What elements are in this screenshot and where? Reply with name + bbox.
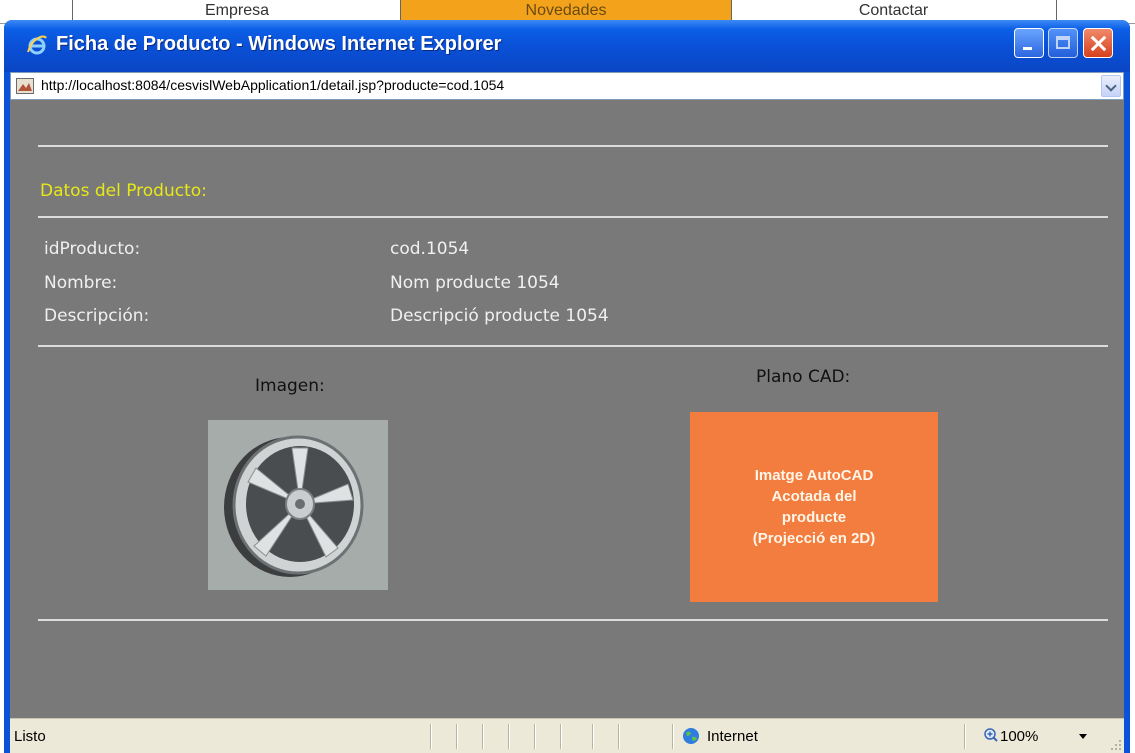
field-value-nombre: Nom producte 1054: [390, 273, 560, 293]
chevron-down-icon[interactable]: [1079, 734, 1087, 739]
popup-window: Ficha de Producto - Windows Internet Exp…: [4, 20, 1130, 753]
ie-logo-icon: [27, 35, 47, 55]
nav-tab-novedades[interactable]: Novedades: [400, 0, 732, 22]
status-separator: [672, 724, 674, 749]
divider: [38, 216, 1108, 218]
status-separator: [456, 724, 458, 749]
status-separator: [592, 724, 594, 749]
security-zone[interactable]: Internet: [707, 728, 758, 745]
cad-caption: Plano CAD:: [756, 367, 851, 387]
field-label-descripcion: Descripción:: [44, 306, 150, 326]
status-bar: Listo Internet 100%: [10, 718, 1124, 753]
status-separator: [508, 724, 510, 749]
title-bar[interactable]: Ficha de Producto - Windows Internet Exp…: [4, 20, 1130, 72]
field-label-id: idProducto:: [44, 239, 141, 259]
address-bar[interactable]: http://localhost:8084/cesvislWebApplicat…: [10, 72, 1124, 100]
address-dropdown-button[interactable]: [1101, 75, 1121, 97]
zoom-icon: [984, 728, 998, 742]
image-caption: Imagen:: [255, 376, 325, 396]
status-separator: [618, 724, 620, 749]
address-url[interactable]: http://localhost:8084/cesvislWebApplicat…: [41, 77, 504, 93]
globe-icon: [683, 728, 699, 744]
resize-grip-icon[interactable]: [1110, 739, 1122, 751]
field-value-id: cod.1054: [390, 239, 470, 259]
minimize-button[interactable]: [1014, 28, 1044, 58]
section-title: Datos del Producto:: [40, 181, 207, 201]
nav-tab-contactar[interactable]: Contactar: [731, 0, 1057, 22]
divider: [38, 145, 1108, 147]
cad-placeholder-text: Imatge AutoCAD Acotada del producte (Pro…: [752, 467, 876, 547]
field-label-nombre: Nombre:: [44, 273, 118, 293]
cad-placeholder: Imatge AutoCAD Acotada del producte (Pro…: [690, 412, 938, 602]
field-value-descripcion: Descripció producte 1054: [390, 306, 609, 326]
zoom-level[interactable]: 100%: [1000, 728, 1038, 745]
product-image: [208, 420, 388, 590]
page-icon: [16, 78, 34, 94]
nav-tab-empresa[interactable]: Empresa: [72, 0, 401, 22]
status-separator: [430, 724, 432, 749]
status-separator: [560, 724, 562, 749]
status-separator: [534, 724, 536, 749]
divider: [38, 619, 1108, 621]
status-text: Listo: [14, 728, 46, 745]
close-button[interactable]: [1083, 28, 1113, 58]
window-title: Ficha de Producto - Windows Internet Exp…: [56, 33, 502, 55]
status-separator: [964, 724, 966, 749]
page-content: Datos del Producto: idProducto: cod.1054…: [10, 100, 1124, 718]
divider: [38, 345, 1108, 347]
status-separator: [482, 724, 484, 749]
wheel-image-icon: [208, 420, 388, 590]
maximize-button[interactable]: [1048, 28, 1078, 58]
